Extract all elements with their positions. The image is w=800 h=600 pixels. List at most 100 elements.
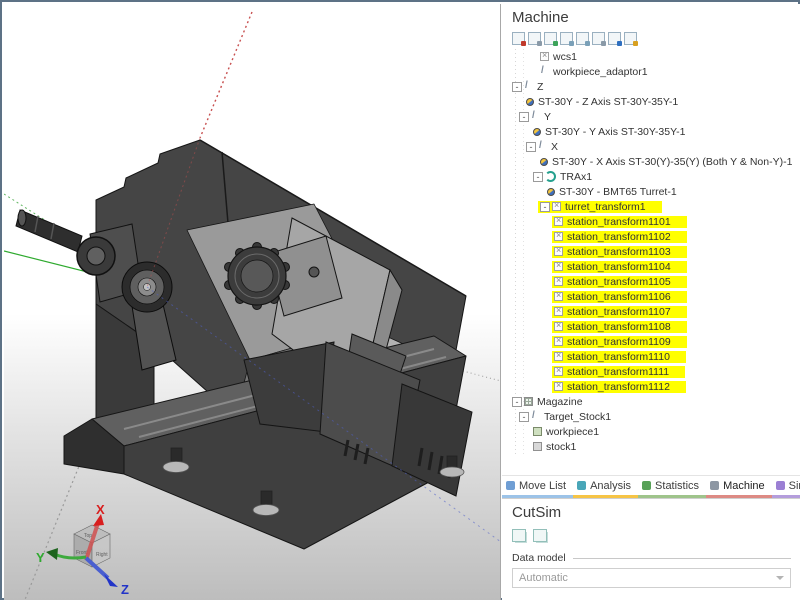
tree-item-label: station_transform1112 — [567, 381, 670, 393]
tree-item-label: ST-30Y - Z Axis ST-30Y-35Y-1 — [538, 96, 678, 108]
tree-item-workpiece1[interactable]: workpiece1 — [502, 424, 800, 439]
stock-icon — [533, 442, 542, 451]
tree-item-station_transform1103[interactable]: station_transform1103 — [502, 244, 800, 259]
tree-item-station_transform1104[interactable]: station_transform1104 — [502, 259, 800, 274]
tab-label: Move List — [519, 480, 566, 492]
data-model-group: Data model Automatic — [512, 558, 791, 588]
tab-label: Simulation — [789, 480, 800, 492]
transform-icon — [554, 232, 563, 241]
tree-item-label: turret_transform1 — [565, 201, 646, 213]
load-machine-icon[interactable] — [512, 32, 525, 45]
cutsim-panel: CutSim Data model Automatic — [502, 499, 800, 588]
tree-item-X[interactable]: -X — [502, 139, 800, 154]
tab-move-list[interactable]: Move List — [502, 476, 573, 498]
collapse-icon[interactable]: - — [512, 397, 522, 407]
tree-item-label: station_transform1103 — [567, 246, 671, 258]
tree-item-turret_transform1[interactable]: - turret_transform1 — [502, 199, 800, 214]
node-info-icon-accent — [617, 41, 622, 46]
tree-item-wcs1[interactable]: wcs1 — [502, 49, 800, 64]
tree-item-station_transform1107[interactable]: station_transform1107 — [502, 304, 800, 319]
tree-item-station_transform1111[interactable]: station_transform1111 — [502, 364, 800, 379]
tree-item-label: Target_Stock1 — [544, 411, 611, 423]
tree-item-label: station_transform1107 — [567, 306, 671, 318]
transform-icon — [554, 247, 563, 256]
rotary-icon — [545, 171, 556, 182]
tree-item-label: workpiece_adaptor1 — [553, 66, 648, 78]
cutsim-toolbar — [502, 523, 800, 542]
tree-item-station_transform1110[interactable]: station_transform1110 — [502, 349, 800, 364]
collapse-icon[interactable]: - — [519, 112, 529, 122]
application-window: Top Front Right X Y Z Machine wcs1 workpi… — [0, 0, 800, 600]
tab-statistics[interactable]: Statistics — [638, 476, 706, 498]
neg-x-guide-line — [24, 444, 88, 600]
tab-simulation-icon — [776, 481, 785, 490]
tree-item-Target_Stock1[interactable]: - Target_Stock1 — [502, 409, 800, 424]
transform-icon — [554, 307, 563, 316]
machine-3d-model[interactable]: Top Front Right X Y Z — [4, 4, 501, 600]
tab-analysis[interactable]: Analysis — [573, 476, 638, 498]
tab-machine[interactable]: Machine — [706, 476, 772, 498]
data-model-dropdown[interactable]: Automatic — [512, 568, 791, 588]
node-info-icon[interactable] — [608, 32, 621, 45]
tree-item-label: ST-30Y - X Axis ST-30(Y)-35(Y) (Both Y &… — [552, 156, 792, 168]
clone-stock-icon[interactable] — [512, 529, 526, 542]
tree-item-Z[interactable]: -Z — [502, 79, 800, 94]
tree-item-TRAx1[interactable]: -TRAx1 — [502, 169, 800, 184]
tree-item-label: station_transform1101 — [567, 216, 671, 228]
tree-item-ST-30Y - Y Axis ST-30Y-35Y-1[interactable]: ST-30Y - Y Axis ST-30Y-35Y-1 — [502, 124, 800, 139]
tree-item-stock1[interactable]: stock1 — [502, 439, 800, 454]
tree-item-station_transform1102[interactable]: station_transform1102 — [502, 229, 800, 244]
sphere-icon — [533, 128, 541, 136]
slash-icon — [531, 112, 540, 121]
copy-node-icon[interactable] — [560, 32, 573, 45]
tab-move-list-icon — [506, 481, 515, 490]
tree-item-label: wcs1 — [553, 51, 577, 63]
tree-item-ST-30Y - X Axis ST-30(Y)-35(Y) (Both Y & Non-Y)-1[interactable]: ST-30Y - X Axis ST-30(Y)-35(Y) (Both Y &… — [502, 154, 800, 169]
z-axis-arrowhead — [104, 574, 118, 587]
collapse-icon[interactable]: - — [526, 142, 536, 152]
machine-3d-viewport[interactable]: Top Front Right X Y Z — [4, 4, 501, 600]
slash-icon — [524, 82, 533, 91]
collapse-icon[interactable]: - — [519, 412, 529, 422]
orientation-triad[interactable]: Top Front Right X Y Z — [36, 502, 129, 597]
clone-settings-icon[interactable] — [533, 529, 547, 542]
tree-item-workpiece_adaptor1[interactable]: workpiece_adaptor1 — [502, 64, 800, 79]
tree-item-Magazine[interactable]: - Magazine — [502, 394, 800, 409]
tree-item-ST-30Y - Z Axis ST-30Y-35Y-1[interactable]: ST-30Y - Z Axis ST-30Y-35Y-1 — [502, 94, 800, 109]
data-model-value: Automatic — [519, 572, 568, 584]
tree-item-station_transform1101[interactable]: station_transform1101 — [502, 214, 800, 229]
tab-label: Statistics — [655, 480, 699, 492]
tab-machine-icon — [710, 481, 719, 490]
transform-icon — [554, 367, 563, 376]
paste-node-icon[interactable] — [576, 32, 589, 45]
tree-item-label: Magazine — [537, 396, 583, 408]
tree-item-Y[interactable]: -Y — [502, 109, 800, 124]
tree-item-label: workpiece1 — [546, 426, 599, 438]
paste-node-icon-accent — [585, 41, 590, 46]
collapse-icon[interactable]: - — [512, 82, 522, 92]
transform-icon — [554, 352, 563, 361]
tree-item-station_transform1105[interactable]: station_transform1105 — [502, 274, 800, 289]
transform-icon — [554, 217, 563, 226]
transform-icon — [554, 262, 563, 271]
y-axis-arrowhead — [46, 548, 58, 560]
data-model-label: Data model — [512, 552, 573, 564]
tree-item-station_transform1109[interactable]: station_transform1109 — [502, 334, 800, 349]
sphere-icon — [526, 98, 534, 106]
find-node-icon[interactable] — [624, 32, 637, 45]
import-model-icon[interactable] — [544, 32, 557, 45]
y-axis-label: Y — [36, 550, 45, 565]
machine-body — [64, 140, 466, 549]
bottom-tab-strip: Move List Analysis Statistics Machine Simula… — [502, 475, 800, 499]
collapse-icon[interactable]: - — [540, 202, 550, 212]
transform-icon — [552, 202, 561, 211]
tab-simulation[interactable]: Simulation — [772, 476, 800, 498]
tree-item-station_transform1112[interactable]: station_transform1112 — [502, 379, 800, 394]
search-machine-icon[interactable] — [528, 32, 541, 45]
refresh-tree-icon[interactable] — [592, 32, 605, 45]
tree-item-ST-30Y - BMT65 Turret-1[interactable]: ST-30Y - BMT65 Turret-1 — [502, 184, 800, 199]
tree-item-station_transform1108[interactable]: station_transform1108 — [502, 319, 800, 334]
sphere-icon — [547, 188, 555, 196]
tree-item-station_transform1106[interactable]: station_transform1106 — [502, 289, 800, 304]
collapse-icon[interactable]: - — [533, 172, 543, 182]
